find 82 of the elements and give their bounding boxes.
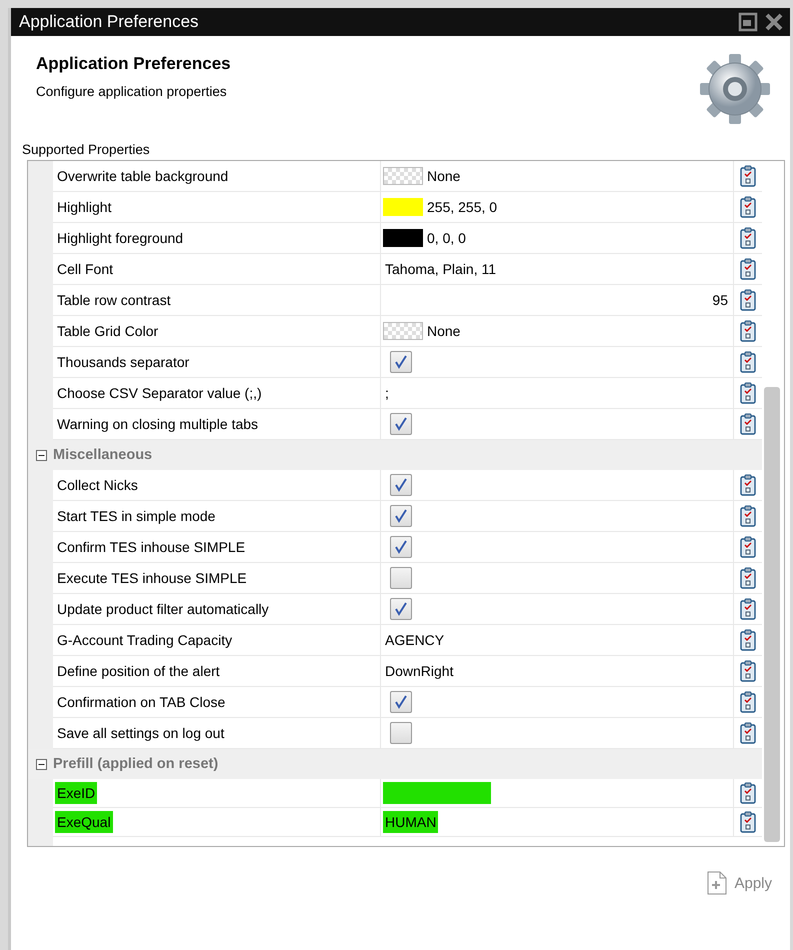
checkmark-icon — [393, 601, 409, 617]
property-value: None — [426, 322, 462, 341]
property-value: DownRight — [384, 662, 454, 681]
property-value: 0, 0, 0 — [426, 229, 467, 248]
checkmark-icon — [393, 508, 409, 524]
checkbox[interactable] — [390, 598, 412, 620]
dialog-title: Application Preferences — [36, 54, 231, 74]
property-name: Table Grid Color — [56, 322, 160, 341]
dialog-subtitle: Configure application properties — [36, 84, 228, 99]
checkmark-icon — [393, 477, 409, 493]
checkbox[interactable] — [390, 536, 412, 558]
property-value: AGENCY — [384, 631, 446, 650]
clipboard-icon[interactable] — [740, 289, 756, 311]
property-name: Table row contrast — [56, 291, 172, 310]
property-name: Execute TES inhouse SIMPLE — [56, 569, 248, 588]
checkmark-icon — [393, 539, 409, 555]
gear-icon — [698, 52, 772, 126]
property-name: Define position of the alert — [56, 662, 221, 681]
clipboard-icon[interactable] — [740, 258, 756, 280]
property-name: Update product filter automatically — [56, 600, 270, 619]
clipboard-icon[interactable] — [740, 811, 756, 833]
clipboard-icon[interactable] — [740, 165, 756, 187]
checkmark-icon — [393, 354, 409, 370]
property-name: Save all settings on log out — [56, 724, 226, 743]
property-value: HUMAN — [383, 811, 438, 833]
clipboard-icon[interactable] — [740, 505, 756, 527]
checkmark-icon — [393, 416, 409, 432]
collapse-icon[interactable] — [36, 450, 47, 460]
property-name: Start TES in simple mode — [56, 507, 216, 526]
checkbox[interactable] — [390, 413, 412, 435]
clipboard-icon[interactable] — [740, 629, 756, 651]
section-label: Supported Properties — [21, 142, 151, 159]
property-name: Collect Nicks — [56, 476, 139, 495]
property-name: Confirmation on TAB Close — [56, 693, 226, 712]
clipboard-icon[interactable] — [740, 413, 756, 435]
clipboard-icon[interactable] — [740, 536, 756, 558]
input-field[interactable] — [383, 782, 491, 804]
clipboard-icon[interactable] — [740, 351, 756, 373]
property-value: None — [426, 167, 462, 186]
transparent-swatch — [383, 322, 423, 340]
property-name: Choose CSV Separator value (;,) — [56, 384, 263, 403]
clipboard-icon[interactable] — [740, 722, 756, 744]
clipboard-icon[interactable] — [740, 227, 756, 249]
clipboard-icon[interactable] — [740, 382, 756, 404]
transparent-swatch — [383, 167, 423, 185]
clipboard-icon[interactable] — [740, 196, 756, 218]
property-name: Confirm TES inhouse SIMPLE — [56, 538, 246, 557]
close-icon[interactable] — [764, 12, 784, 32]
property-value: 255, 255, 0 — [426, 198, 498, 217]
collapse-icon[interactable] — [36, 758, 47, 770]
restore-icon[interactable] — [738, 12, 758, 32]
property-name: G-Account Trading Capacity — [56, 631, 234, 650]
property-name: Thousands separator — [56, 353, 190, 372]
checkbox[interactable] — [390, 691, 412, 713]
clipboard-icon[interactable] — [740, 567, 756, 589]
clipboard-icon[interactable] — [740, 660, 756, 682]
clipboard-icon[interactable] — [740, 782, 756, 804]
add-document-icon — [706, 871, 728, 895]
property-name: ExeQual — [55, 811, 113, 833]
checkbox[interactable] — [390, 722, 412, 744]
clipboard-icon[interactable] — [740, 598, 756, 620]
group-title: Prefill (applied on reset) — [53, 756, 218, 772]
property-value: Tahoma, Plain, 11 — [384, 260, 498, 279]
window-title: Application Preferences — [19, 12, 199, 32]
checkbox[interactable] — [390, 505, 412, 527]
checkbox[interactable] — [390, 474, 412, 496]
property-value: ; — [384, 384, 390, 403]
clipboard-icon[interactable] — [740, 320, 756, 342]
property-name: ExeID — [55, 782, 98, 804]
property-name: Highlight foreground — [56, 229, 184, 248]
property-name: Overwrite table background — [56, 167, 230, 186]
group-title: Miscellaneous — [53, 447, 152, 463]
checkmark-icon — [393, 694, 409, 710]
clipboard-icon[interactable] — [740, 691, 756, 713]
scrollbar-thumb[interactable] — [764, 387, 780, 842]
checkbox[interactable] — [390, 567, 412, 589]
property-name: Warning on closing multiple tabs — [56, 415, 260, 434]
property-value: 95 — [711, 291, 729, 310]
property-name: Cell Font — [56, 260, 114, 279]
checkbox[interactable] — [390, 351, 412, 373]
property-name: Highlight — [56, 198, 112, 217]
clipboard-icon[interactable] — [740, 474, 756, 496]
